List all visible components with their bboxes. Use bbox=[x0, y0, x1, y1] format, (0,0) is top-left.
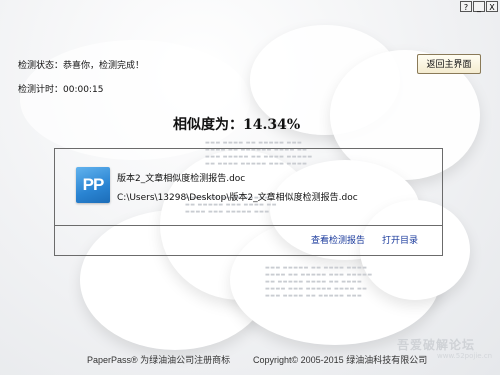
minimize-button[interactable]: _ bbox=[473, 1, 485, 12]
forum-watermark-url: www.52pojie.cn bbox=[437, 352, 493, 360]
paperpass-file-icon: PP bbox=[76, 167, 110, 203]
close-button[interactable]: X bbox=[486, 1, 498, 12]
similarity-result: 相似度为：14.34% bbox=[173, 117, 301, 133]
help-button[interactable]: ? bbox=[460, 1, 472, 12]
report-file-path: C:\Users\13298\Desktop\版本2_文章相似度检测报告.doc bbox=[117, 193, 358, 203]
result-panel: PP 版本2_文章相似度检测报告.doc C:\Users\13298\Desk… bbox=[54, 148, 443, 256]
footer-brand: PaperPass® 为绿油油公司注册商标 bbox=[87, 355, 231, 365]
footer-copyright: Copyright© 2005-2015 绿油油科技有限公司 bbox=[253, 355, 428, 365]
report-file-name: 版本2_文章相似度检测报告.doc bbox=[117, 174, 246, 184]
open-folder-link[interactable]: 打开目录 bbox=[382, 233, 418, 246]
view-report-link[interactable]: 查看检测报告 bbox=[311, 233, 365, 246]
detect-timer-text: 检测计时：00:00:15 bbox=[18, 85, 104, 95]
file-info-area: PP 版本2_文章相似度检测报告.doc C:\Users\13298\Desk… bbox=[55, 149, 442, 226]
detect-status-text: 检测状态：恭喜你，检测完成！ bbox=[18, 61, 145, 71]
background-texture: ▬▬▬ ▬▬▬▬▬ ▬▬ ▬▬▬▬ ▬▬▬▬ ▬▬▬▬ ▬▬ ▬▬▬▬▬ ▬▬▬… bbox=[265, 265, 373, 299]
return-home-button[interactable]: 返回主界面 bbox=[417, 54, 481, 74]
forum-watermark: 吾爱破解论坛 bbox=[397, 338, 476, 352]
